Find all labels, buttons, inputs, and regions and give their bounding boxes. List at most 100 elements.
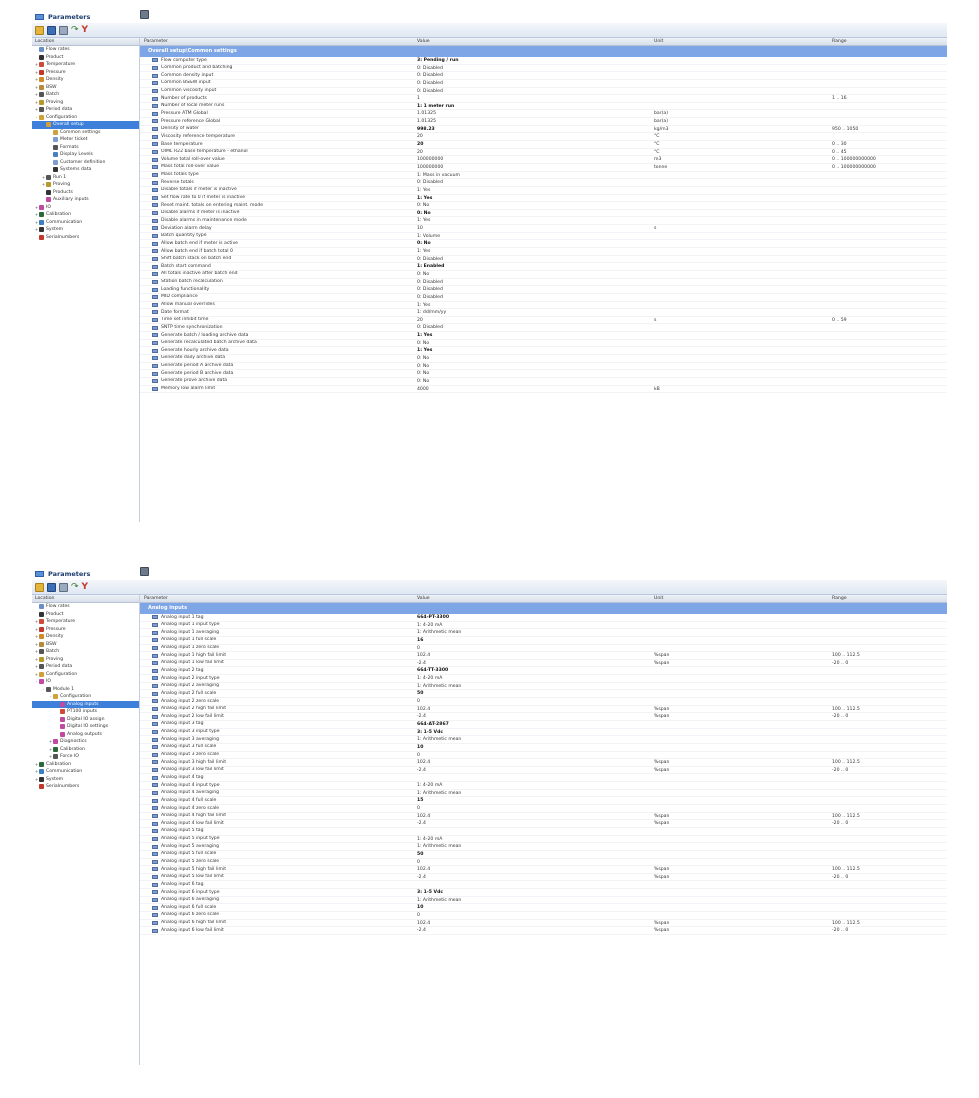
- parameter-row[interactable]: Analog input 6 averaging 1: Arithmetic me…: [140, 897, 947, 905]
- parameter-value[interactable]: -2.4: [417, 713, 654, 720]
- parameter-row[interactable]: Analog input 5 tag: [140, 828, 947, 836]
- parameter-value[interactable]: 100000000: [417, 156, 654, 163]
- tree-item[interactable]: + BSW: [32, 641, 139, 649]
- parameter-value[interactable]: 20: [417, 149, 654, 156]
- parameter-row[interactable]: Analog input 5 low fail limit -2.4 %span -2…: [140, 874, 947, 882]
- value-column-header[interactable]: Value: [417, 595, 654, 602]
- tree-item[interactable]: + Pressure: [32, 69, 139, 77]
- parameter-row[interactable]: Allow manual overrides 1: Yes: [140, 302, 947, 310]
- tree-item[interactable]: + Calibration: [32, 761, 139, 769]
- parameter-value[interactable]: 0: Disabled: [417, 256, 654, 263]
- parameter-value[interactable]: 1.01325: [417, 118, 654, 125]
- parameter-value[interactable]: 0: Disabled: [417, 88, 654, 95]
- tree-item[interactable]: Digital IO assign: [32, 716, 139, 724]
- tree-item[interactable]: + Pressure: [32, 626, 139, 634]
- tree-item[interactable]: + Temperature: [32, 618, 139, 626]
- parameter-value[interactable]: 1: [417, 95, 654, 102]
- parameter-row[interactable]: Batch quantity type 1: Volume: [140, 233, 947, 241]
- parameter-value[interactable]: 0: [417, 698, 654, 705]
- parameter-row[interactable]: Flow computer type 3: Pending / run: [140, 57, 947, 65]
- parameter-value[interactable]: 1: Yes: [417, 195, 654, 202]
- parameter-value[interactable]: 0: Disabled: [417, 72, 654, 79]
- parameter-value[interactable]: 20: [417, 133, 654, 140]
- save-icon[interactable]: [47, 25, 56, 35]
- parameter-value[interactable]: 102.4: [417, 652, 654, 659]
- parameter-value[interactable]: 1: dd/mm/yy: [417, 309, 654, 316]
- parameter-value[interactable]: 50: [417, 690, 654, 697]
- parameter-row[interactable]: Analog input 1 zero scale 0: [140, 645, 947, 653]
- open-folder-icon[interactable]: [35, 25, 44, 35]
- parameter-column-header[interactable]: Parameter: [140, 38, 417, 45]
- parameter-row[interactable]: Analog input 2 input type 1: 4-20 mA: [140, 675, 947, 683]
- tree-item[interactable]: Flow rates: [32, 46, 139, 54]
- parameter-row[interactable]: Disable totals if meter is inactive 1: Ye…: [140, 187, 947, 195]
- parameter-row[interactable]: Analog input 1 input type 1: 4-20 mA: [140, 622, 947, 630]
- parameter-row[interactable]: Generate period B archive data 0: No: [140, 370, 947, 378]
- tree-item[interactable]: Product: [32, 54, 139, 62]
- parameter-value[interactable]: 1: Yes: [417, 187, 654, 194]
- parameter-row[interactable]: Generate prove archive data 0: No: [140, 378, 947, 386]
- parameter-value[interactable]: 1: 4-20 mA: [417, 782, 654, 789]
- parameter-row[interactable]: OIML R22 base temperature - ethanol 20 °C 0…: [140, 149, 947, 157]
- parameter-value[interactable]: 0: No: [417, 340, 654, 347]
- parameter-value[interactable]: 0: Disabled: [417, 65, 654, 72]
- parameter-row[interactable]: Analog input 1 high fail limit 102.4 %span…: [140, 652, 947, 660]
- tree-item[interactable]: Formats: [32, 144, 139, 152]
- parameter-row[interactable]: Analog input 6 high fail limit 102.4 %span…: [140, 920, 947, 928]
- parameter-row[interactable]: Deviation alarm delay 10 s: [140, 225, 947, 233]
- parameter-value[interactable]: 20: [417, 141, 654, 148]
- parameter-value[interactable]: 3: 1-5 Vdc: [417, 889, 654, 896]
- parameter-value[interactable]: 0: No: [417, 202, 654, 209]
- parameter-row[interactable]: Analog input 1 low fail limit -2.4 %span -2…: [140, 660, 947, 668]
- parameter-row[interactable]: Allow batch end if meter is active 0: No: [140, 240, 947, 249]
- parameter-value[interactable]: 100000000: [417, 164, 654, 171]
- parameter-value[interactable]: 1: Yes: [417, 217, 654, 224]
- parameter-row[interactable]: Analog input 2 zero scale 0: [140, 698, 947, 706]
- parameter-row[interactable]: Common viscosity input 0: Disabled: [140, 88, 947, 96]
- parameter-value[interactable]: 0: No: [417, 355, 654, 362]
- parameter-value[interactable]: 0: [417, 645, 654, 652]
- filter-icon[interactable]: Y: [82, 25, 89, 35]
- tree-item[interactable]: + Proving: [32, 656, 139, 664]
- parameter-row[interactable]: Analog input 5 zero scale 0: [140, 859, 947, 867]
- parameter-value[interactable]: 3: 1-5 Vdc: [417, 729, 654, 736]
- parameter-value[interactable]: 16: [417, 637, 654, 644]
- parameter-row[interactable]: Analog input 2 high fail limit 102.4 %span…: [140, 706, 947, 714]
- parameter-row[interactable]: Analog input 5 full scale 50: [140, 851, 947, 859]
- parameter-row[interactable]: Analog input 6 low fail limit -2.4 %span -2…: [140, 927, 947, 935]
- parameter-row[interactable]: Allow batch end if batch total 0 1: Yes: [140, 248, 947, 256]
- parameter-value[interactable]: 10: [417, 225, 654, 232]
- parameter-row[interactable]: Analog input 2 averaging 1: Arithmetic me…: [140, 683, 947, 691]
- tree-item[interactable]: + Density: [32, 76, 139, 84]
- tree-item[interactable]: + Batch: [32, 648, 139, 656]
- tree-item[interactable]: - Module 1: [32, 686, 139, 694]
- parameter-row[interactable]: Memory low alarm limit 4000 kB: [140, 386, 947, 394]
- tree-item[interactable]: + Diagnostics: [32, 738, 139, 746]
- parameter-value[interactable]: 102.4: [417, 866, 654, 873]
- parameter-row[interactable]: Common product and batching 0: Disabled: [140, 65, 947, 73]
- tree-item[interactable]: - Overall setup: [32, 121, 139, 129]
- unit-column-header[interactable]: Unit: [654, 38, 832, 45]
- parameter-row[interactable]: Generate hourly archive data 1: Yes: [140, 347, 947, 355]
- tree-item[interactable]: Digital IO settings: [32, 723, 139, 731]
- parameter-row[interactable]: All totals inactive after batch end 0: No: [140, 271, 947, 279]
- grid-view-icon[interactable]: [140, 567, 149, 576]
- parameter-row[interactable]: Mass total roll-over value 100000000 tonne…: [140, 164, 947, 172]
- parameter-row[interactable]: Station batch recalculation 0: Disabled: [140, 279, 947, 287]
- parameter-value[interactable]: 20: [417, 317, 654, 324]
- parameter-row[interactable]: Pressure ATM Global 1.01325 bar(a): [140, 110, 947, 119]
- parameter-row[interactable]: Analog input 4 averaging 1: Arithmetic me…: [140, 790, 947, 798]
- tree-item[interactable]: Common settings: [32, 129, 139, 137]
- parameter-value[interactable]: 0: No: [417, 271, 654, 278]
- parameter-value[interactable]: 0: Disabled: [417, 279, 654, 286]
- parameter-row[interactable]: Analog input 3 input type 3: 1-5 Vdc: [140, 729, 947, 737]
- parameter-value[interactable]: 102.4: [417, 706, 654, 713]
- parameter-row[interactable]: Analog input 1 averaging 1: Arithmetic me…: [140, 629, 947, 637]
- parameter-value[interactable]: -2.4: [417, 820, 654, 827]
- parameter-row[interactable]: Analog input 6 full scale 10: [140, 904, 947, 912]
- print-icon[interactable]: [59, 582, 68, 592]
- parameter-row[interactable]: Analog input 4 high fail limit 102.4 %span…: [140, 813, 947, 821]
- location-column-header[interactable]: Location: [32, 595, 139, 603]
- parameter-row[interactable]: Analog input 2 tag 664-TT-3300: [140, 667, 947, 676]
- parameter-row[interactable]: Analog input 5 high fail limit 102.4 %span…: [140, 866, 947, 874]
